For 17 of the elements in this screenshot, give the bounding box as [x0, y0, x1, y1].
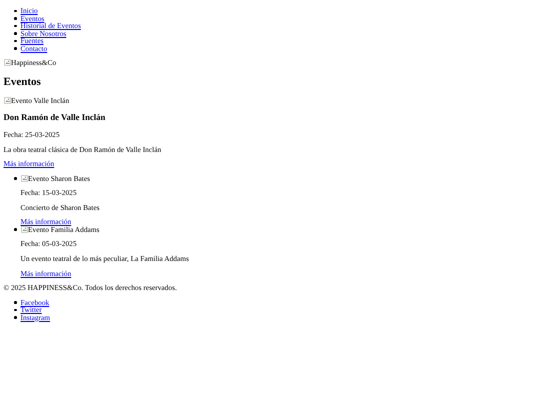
bullet-icon: [14, 17, 17, 20]
event-title: Don Ramón de Valle Inclán: [4, 112, 106, 123]
bullet-icon: [14, 47, 17, 50]
bullet-icon: [14, 308, 17, 312]
bullet-icon: [14, 177, 17, 180]
broken-image-icon: [20, 226, 28, 233]
bullet-icon: [14, 316, 17, 319]
bullet-icon: [14, 24, 17, 28]
broken-image-icon: [4, 59, 10, 66]
bullet-icon: [14, 301, 17, 304]
page-heading: Eventos: [4, 76, 42, 88]
bullet-icon: [14, 228, 17, 232]
bullet-icon: [14, 10, 17, 12]
bullet-icon: [14, 32, 17, 35]
broken-image-icon: [4, 96, 10, 104]
bullet-icon: [14, 40, 17, 42]
broken-image-icon: [20, 174, 28, 182]
